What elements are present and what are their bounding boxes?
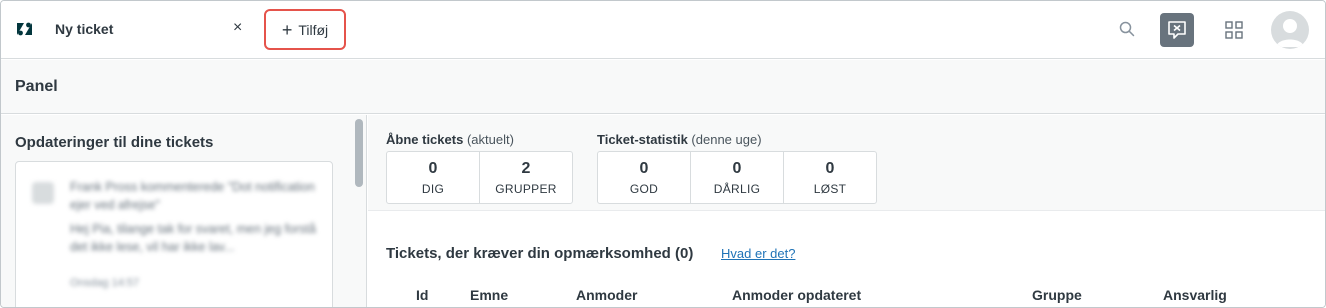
updates-title: Opdateringer til dine tickets — [15, 134, 214, 151]
column-header-subject[interactable]: Emne — [470, 287, 508, 303]
add-tab-button[interactable]: + Tilføj — [264, 9, 346, 50]
stat-value: 0 — [825, 159, 835, 177]
stat-value: 0 — [639, 159, 649, 177]
column-header-requester[interactable]: Anmoder — [576, 287, 637, 303]
tab-new-ticket[interactable]: Ny ticket × — [43, 1, 257, 59]
open-tickets-label: Åbne tickets — [386, 132, 464, 147]
dashboard-main: Åbne tickets (aktuelt) 0 DIG 2 GRUPPER T… — [368, 115, 1325, 307]
plus-icon: + — [281, 19, 293, 40]
update-avatar — [32, 182, 54, 204]
what-is-this-link[interactable]: Hvad er det? — [721, 246, 795, 261]
ticket-stats-boxes: 0 GOD 0 DÅRLIG 0 LØST — [597, 151, 877, 204]
ticket-stats-heading: Ticket-statistik (denne uge) — [597, 132, 762, 147]
stat-value: 0 — [732, 159, 742, 177]
chat-bubble-icon — [1168, 21, 1186, 39]
update-summary: Frank Pross kommenterede "Dot notificati… — [70, 180, 315, 212]
update-comment: Hej Pia, tilange tak for svaret, men jeg… — [70, 222, 316, 254]
ticket-stats-label: Ticket-statistik — [597, 132, 688, 147]
attention-title: Tickets, der kræver din opmærksomhed (0) — [386, 245, 694, 262]
panel-header: Panel — [1, 60, 1325, 114]
open-tickets-boxes: 0 DIG 2 GRUPPER — [386, 151, 573, 204]
zendesk-logo-icon[interactable] — [15, 20, 37, 38]
page-title: Panel — [15, 78, 58, 95]
stat-label: GRUPPER — [495, 181, 557, 196]
scrollbar-thumb[interactable] — [355, 119, 363, 187]
stat-box-grupper[interactable]: 2 GRUPPER — [479, 151, 573, 204]
apps-grid-icon[interactable] — [1224, 20, 1244, 40]
stat-label: DÅRLIG — [713, 181, 761, 196]
stats-band: Åbne tickets (aktuelt) 0 DIG 2 GRUPPER T… — [368, 115, 1325, 211]
column-header-requester-updated[interactable]: Anmoder opdateret — [732, 287, 861, 303]
add-tab-label: Tilføj — [298, 21, 329, 38]
ticket-stats-sublabel: (denne uge) — [691, 132, 762, 147]
open-tickets-heading: Åbne tickets (aktuelt) — [386, 132, 514, 147]
app-window: Ny ticket × + Tilføj Panel Opdateringer … — [0, 0, 1326, 308]
chat-icon[interactable] — [1160, 13, 1194, 47]
column-header-group[interactable]: Gruppe — [1032, 287, 1082, 303]
column-header-id[interactable]: Id — [416, 287, 428, 303]
stat-box-god[interactable]: 0 GOD — [597, 151, 691, 204]
stat-box-darlig[interactable]: 0 DÅRLIG — [690, 151, 784, 204]
person-icon — [1276, 19, 1304, 47]
stat-label: LØST — [813, 181, 847, 196]
updates-sidebar: Opdateringer til dine tickets Frank Pros… — [1, 115, 367, 307]
update-card[interactable]: Frank Pross kommenterede "Dot notificati… — [15, 161, 333, 307]
stat-box-dig[interactable]: 0 DIG — [386, 151, 480, 204]
open-tickets-sublabel: (aktuelt) — [466, 132, 514, 147]
stat-box-lost[interactable]: 0 LØST — [783, 151, 877, 204]
stat-label: DIG — [421, 181, 445, 196]
stat-value: 2 — [521, 159, 531, 177]
tab-label: Ny ticket — [55, 21, 114, 37]
close-icon[interactable]: × — [233, 19, 242, 37]
update-timestamp: Onsdag 14:57 — [70, 277, 140, 289]
top-bar: Ny ticket × + Tilføj — [1, 1, 1325, 59]
column-header-assignee[interactable]: Ansvarlig — [1163, 287, 1227, 303]
stat-label: GOD — [629, 181, 659, 196]
stat-value: 0 — [428, 159, 438, 177]
user-avatar[interactable] — [1271, 11, 1309, 49]
search-icon[interactable] — [1118, 20, 1136, 38]
